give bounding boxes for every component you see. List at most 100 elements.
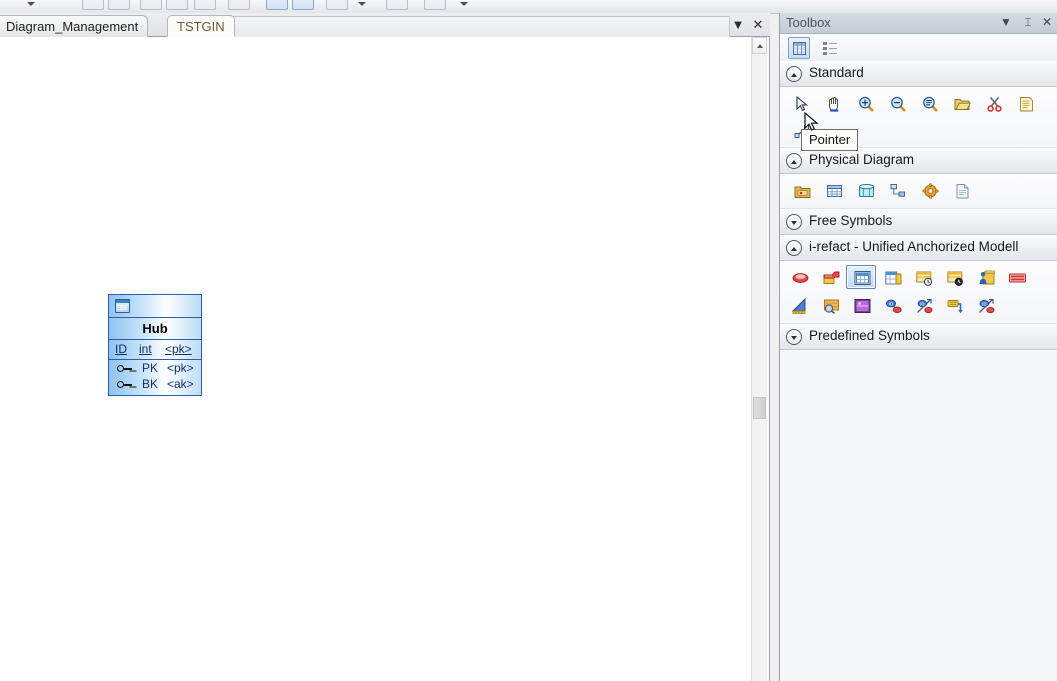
chevron-down-icon[interactable] [786,329,802,345]
paste-tool[interactable] [1010,91,1040,115]
toolbar-overflow-caret-1[interactable] [27,2,35,6]
entity-key-row: BK <ak> [109,377,201,393]
cut-tool[interactable] [978,91,1008,115]
scroll-up-button[interactable] [752,37,767,54]
group-header-physical-diagram[interactable]: Physical Diagram [780,148,1057,174]
flow-tool[interactable] [939,293,969,317]
group-header-i-refact[interactable]: i-refact - Unified Anchorized Modell [780,235,1057,261]
package-icon [794,183,811,199]
hub-stack-tool[interactable] [815,265,845,289]
open-package-tool[interactable] [946,91,976,115]
chevron-down-icon[interactable] [786,214,802,230]
purple-object-tool[interactable] [846,293,876,317]
diagram-canvas[interactable]: Hub ID int <pk> PK <pk> BK <ak> [0,37,752,681]
toolbar-button-3[interactable] [140,0,162,10]
satellite-time-tool[interactable] [939,265,969,289]
tool-row [780,263,1057,291]
group-header-predefined-symbols[interactable]: Predefined Symbols [780,324,1057,350]
procedure-tool[interactable] [914,178,944,202]
group-header-free-symbols[interactable]: Free Symbols [780,209,1057,235]
list-view-button[interactable] [818,37,840,59]
link-table-tool[interactable] [877,265,907,289]
toolbar-button-6[interactable] [228,0,250,10]
main-toolbar-strip [0,0,1057,14]
grid-view-button[interactable] [788,37,810,59]
zoom-in-tool[interactable] [850,91,880,115]
measure-tool[interactable] [784,293,814,317]
reference-tool[interactable] [882,178,912,202]
red-ellipse-icon [792,270,809,286]
chevron-up-icon[interactable] [786,66,802,82]
hub-table-tool[interactable] [846,265,876,289]
toolbar-overflow-caret-2[interactable] [358,2,366,6]
chevron-up-icon[interactable] [786,153,802,169]
list-view-icon [823,42,837,55]
toolbar-button-1[interactable] [82,0,104,10]
toolbox-menu-dropdown-icon[interactable]: ▼ [998,15,1014,31]
anchor-tool[interactable] [784,265,814,289]
toolbox-pin-icon[interactable]: ⌶ [1020,15,1036,31]
toolbar-button-8[interactable] [292,0,314,10]
zoom-fit-tool[interactable] [914,91,944,115]
file-icon [954,183,971,199]
toolbar-button-9[interactable] [326,0,348,10]
toolbar-button-5[interactable] [194,0,216,10]
tab-label: TSTGIN [177,19,225,34]
blue-yellow-table-icon [885,270,902,286]
hand-grab-icon [826,96,843,112]
toolbar-button-7[interactable] [266,0,288,10]
entity-name: Hub [109,318,201,340]
toolbar-button-4[interactable] [166,0,188,10]
zoom-out-tool[interactable] [882,91,912,115]
yellow-table-clock-icon [916,270,933,286]
entity-identifier-type: int [139,342,152,356]
yellow-table-clock2-icon [947,270,964,286]
scissors-icon [986,96,1003,112]
blue-node-arrow2-icon: ID [978,298,995,314]
table-tool[interactable] [818,178,848,202]
tab-tstgin[interactable]: TSTGIN [167,15,235,37]
database-view-icon [858,183,875,199]
scrollbar-thumb[interactable] [753,397,766,419]
arrow-pointer-icon [794,95,811,112]
close-document-icon[interactable]: ✕ [750,17,766,33]
toolbar-button-11[interactable] [424,0,446,10]
zoom-fit-icon [922,96,939,112]
chevron-up-icon[interactable] [786,240,802,256]
purple-block-icon [854,298,871,314]
group-title: Physical Diagram [809,152,915,167]
relation-arrow2-tool[interactable]: ID [970,293,1000,317]
toolbar-button-2[interactable] [108,0,130,10]
satellite-history-tool[interactable] [908,265,938,289]
entity-hub[interactable]: Hub ID int <pk> PK <pk> BK <ak> [108,294,202,396]
entity-key-name: BK [142,377,159,391]
blue-table-window-icon [854,270,871,286]
toolbar-button-10[interactable] [386,0,408,10]
relation-tool[interactable]: ID [877,293,907,317]
red-stripe-tool[interactable] [1001,265,1031,289]
yellow-flow-arrow-icon [947,298,964,314]
file-tool[interactable] [946,178,976,202]
toolbar-overflow-caret-3[interactable] [460,2,468,6]
package-tool[interactable] [786,178,816,202]
application-window: Diagram_Management TSTGIN ▼ ✕ Hub ID int… [0,0,1057,681]
grabber-tool[interactable] [818,91,848,115]
view-tool[interactable] [850,178,880,202]
tab-list-dropdown-icon[interactable]: ▼ [730,17,746,33]
grid-view-icon [793,42,806,55]
group-header-standard[interactable]: Standard [780,61,1057,87]
tab-diagram-management[interactable]: Diagram_Management [0,15,149,37]
entity-icon-row [109,295,201,318]
reference-hierarchy-icon [890,183,907,199]
toolbox-close-icon[interactable]: ✕ [1039,15,1055,31]
mapping-tool[interactable] [815,293,845,317]
table-icon [826,183,843,199]
entity-key-type: <ak> [167,377,194,391]
chevron-up-icon [757,44,763,48]
table-entity-icon [115,299,130,313]
blue-node-arrow-icon: ID [916,298,933,314]
tool-row: ID ID ID [780,291,1057,319]
actor-package-tool[interactable] [970,265,1000,289]
canvas-vertical-scrollbar[interactable] [751,37,767,681]
relation-arrow-tool[interactable]: ID [908,293,938,317]
